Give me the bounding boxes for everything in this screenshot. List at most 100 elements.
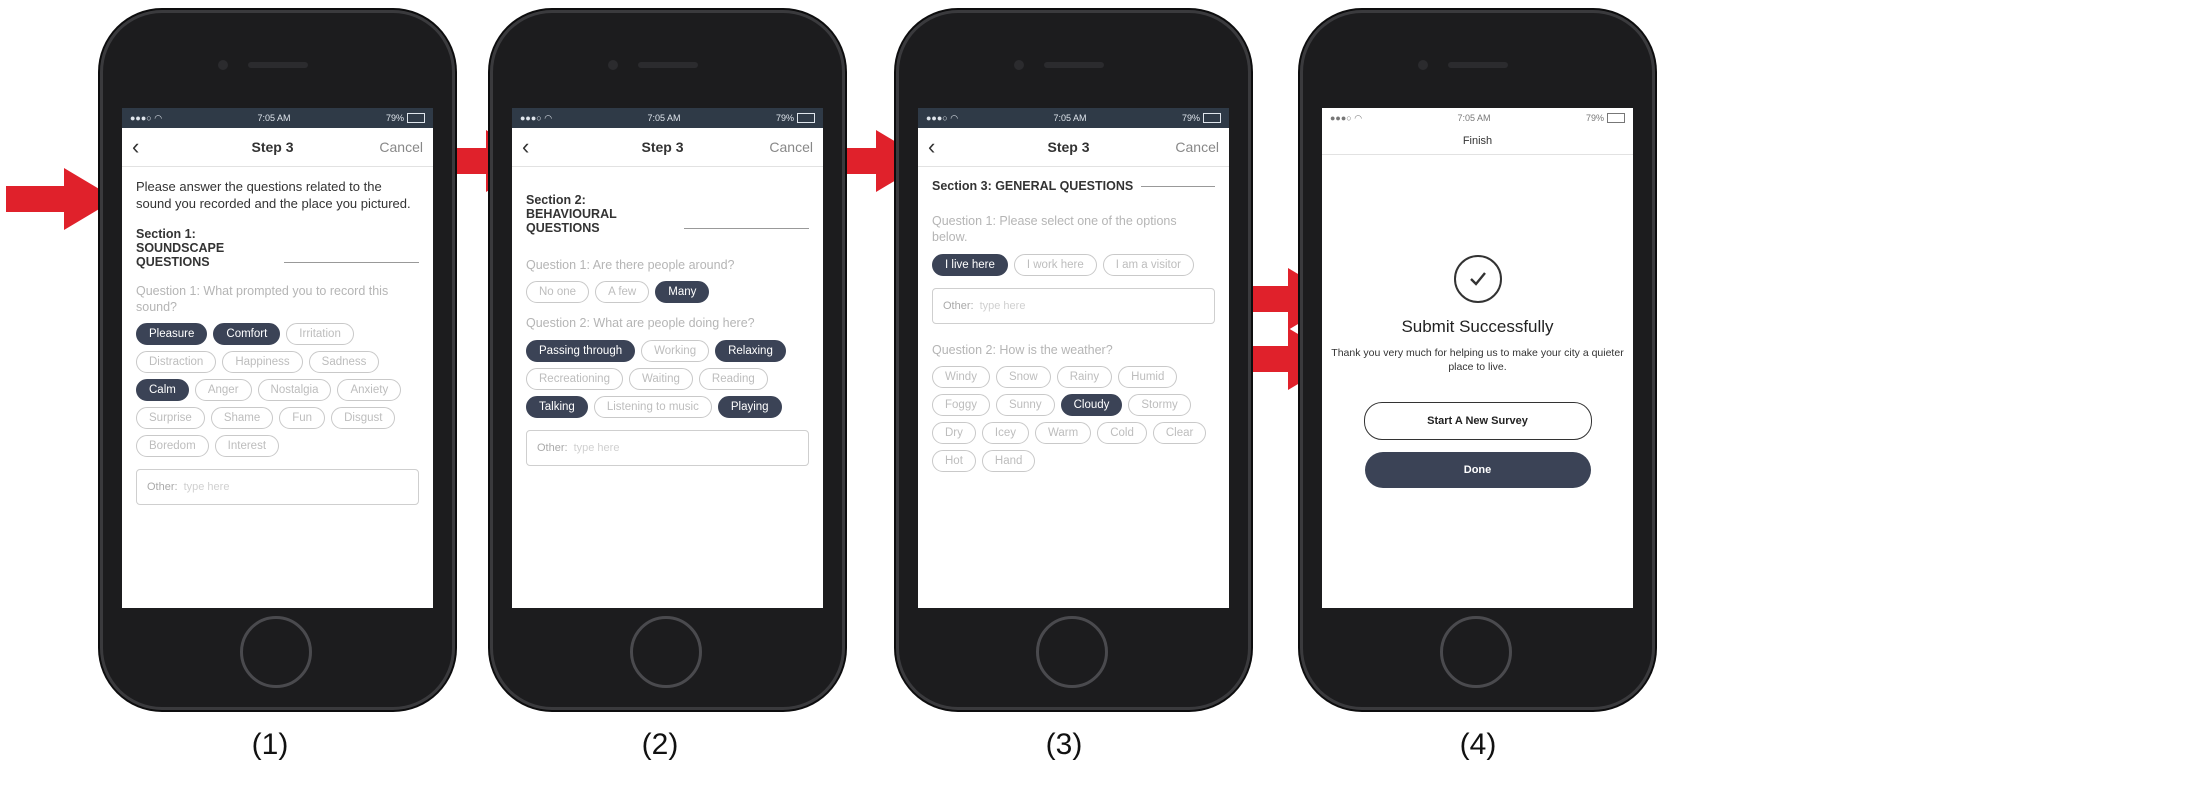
home-button[interactable] — [1440, 616, 1512, 688]
chip-many[interactable]: Many — [655, 281, 710, 304]
chip-dry[interactable]: Dry — [932, 421, 976, 444]
cancel-button[interactable]: Cancel — [373, 139, 423, 155]
status-time: 7:05 AM — [1053, 113, 1087, 123]
thanks-message: Thank you very much for helping us to ma… — [1331, 347, 1624, 373]
chip-foggy[interactable]: Foggy — [932, 393, 990, 416]
other-input[interactable]: Other: type here — [526, 429, 809, 466]
chip-reading[interactable]: Reading — [698, 367, 768, 390]
speaker-grille — [638, 62, 698, 68]
speaker-grille — [1044, 62, 1104, 68]
chip-snow[interactable]: Snow — [995, 365, 1051, 388]
chip-i-work-here[interactable]: I work here — [1013, 253, 1097, 276]
nav-title: Step 3 — [251, 139, 294, 155]
chip-happiness[interactable]: Happiness — [222, 351, 303, 374]
home-button[interactable] — [1036, 616, 1108, 688]
battery-icon — [1203, 113, 1221, 124]
phone-frame-4: ●●●○ ◠ 7:05 AM 79% Finish Submit Success… — [1300, 10, 1655, 710]
phone-frame-1: ●●●○ ◠ 7:05 AM 79% ‹ Step 3 Cancel Pleas… — [100, 10, 455, 710]
checkmark-icon — [1453, 255, 1502, 303]
speaker-grille — [1448, 62, 1508, 68]
chip-disgust[interactable]: Disgust — [331, 407, 396, 430]
chip-nostalgia[interactable]: Nostalgia — [257, 379, 332, 402]
question-1: Question 1: Please select one of the opt… — [932, 214, 1177, 245]
chip-pleasure[interactable]: Pleasure — [136, 323, 208, 346]
cancel-button[interactable]: Cancel — [763, 139, 813, 155]
chip-surprise[interactable]: Surprise — [136, 407, 205, 430]
chip-interest[interactable]: Interest — [214, 435, 280, 458]
chip-hand[interactable]: Hand — [981, 449, 1036, 472]
nav-bar: ‹ Step 3 Cancel — [512, 128, 823, 167]
chip-distraction[interactable]: Distraction — [136, 351, 217, 374]
chip-cloudy[interactable]: Cloudy — [1060, 393, 1123, 416]
camera-icon — [1418, 60, 1428, 70]
chip-waiting[interactable]: Waiting — [628, 367, 693, 390]
start-new-survey-button[interactable]: Start A New Survey — [1363, 402, 1592, 441]
back-icon[interactable]: ‹ — [928, 134, 968, 160]
cancel-button[interactable]: Cancel — [1169, 139, 1219, 155]
caption-3: (3) — [1045, 728, 1083, 761]
camera-icon — [218, 60, 228, 70]
battery-indicator: 79% — [1182, 113, 1221, 124]
chip-sunny[interactable]: Sunny — [995, 393, 1055, 416]
back-icon[interactable]: ‹ — [522, 134, 562, 160]
screen-finish: ●●●○ ◠ 7:05 AM 79% Finish Submit Success… — [1322, 108, 1633, 608]
chip-a-few[interactable]: A few — [595, 281, 650, 304]
chip-rainy[interactable]: Rainy — [1056, 365, 1113, 388]
chip-i-live-here[interactable]: I live here — [932, 253, 1008, 276]
chip-hot[interactable]: Hot — [932, 449, 976, 472]
home-button[interactable] — [630, 616, 702, 688]
done-button[interactable]: Done — [1364, 452, 1591, 489]
phone-frame-2: ●●●○ ◠ 7:05 AM 79% ‹ Step 3 Cancel Secti… — [490, 10, 845, 710]
chip-anxiety[interactable]: Anxiety — [337, 379, 402, 402]
section-title: Section 1: SOUNDSCAPE QUESTIONS — [136, 227, 419, 269]
chip-clear[interactable]: Clear — [1152, 421, 1207, 444]
weather-chips: Windy Snow Rainy Humid Foggy Sunny Cloudy Storm… — [932, 365, 1215, 472]
chip-recreationing[interactable]: Recreationing — [526, 367, 623, 390]
nav-bar: Finish — [1322, 128, 1633, 155]
home-button[interactable] — [240, 616, 312, 688]
chip-irritation[interactable]: Irritation — [286, 323, 354, 346]
battery-icon — [1607, 113, 1625, 124]
nav-bar: ‹ Step 3 Cancel — [122, 128, 433, 167]
other-input[interactable]: Other: type here — [932, 287, 1215, 324]
chip-passing-through[interactable]: Passing through — [526, 339, 636, 362]
status-bar: ●●●○ ◠ 7:05 AM 79% — [122, 108, 433, 128]
nav-title: Finish — [1462, 135, 1493, 147]
section-title: Section 2: BEHAVIOURAL QUESTIONS — [526, 193, 809, 235]
chip-i-am-a-visitor[interactable]: I am a visitor — [1102, 253, 1194, 276]
status-bar: ●●●○ ◠ 7:05 AM 79% — [918, 108, 1229, 128]
status-bar: ●●●○ ◠ 7:05 AM 79% — [1322, 108, 1633, 128]
status-time: 7:05 AM — [647, 113, 681, 123]
chip-warm[interactable]: Warm — [1034, 421, 1092, 444]
chip-relaxing[interactable]: Relaxing — [715, 339, 786, 362]
other-input[interactable]: Other: type here — [136, 469, 419, 506]
chip-cold[interactable]: Cold — [1097, 421, 1147, 444]
section-title: Section 3: GENERAL QUESTIONS — [932, 179, 1215, 193]
question-1: Question 1: What prompted you to record … — [136, 283, 389, 315]
chip-no-one[interactable]: No one — [526, 281, 590, 304]
chip-icey[interactable]: Icey — [981, 421, 1029, 444]
speaker-grille — [248, 62, 308, 68]
signal-icon: ●●●○ ◠ — [130, 112, 163, 123]
chip-playing[interactable]: Playing — [717, 395, 782, 418]
chip-stormy[interactable]: Stormy — [1128, 393, 1191, 416]
battery-indicator: 79% — [1586, 113, 1625, 124]
chip-calm[interactable]: Calm — [136, 379, 189, 402]
chip-windy[interactable]: Windy — [932, 365, 990, 388]
chip-comfort[interactable]: Comfort — [213, 323, 281, 346]
back-icon[interactable]: ‹ — [132, 134, 172, 160]
camera-icon — [608, 60, 618, 70]
nav-bar: ‹ Step 3 Cancel — [918, 128, 1229, 167]
chip-anger[interactable]: Anger — [194, 379, 252, 402]
chip-shame[interactable]: Shame — [210, 407, 274, 430]
chip-fun[interactable]: Fun — [279, 407, 326, 430]
battery-indicator: 79% — [386, 113, 425, 124]
chip-working[interactable]: Working — [641, 339, 710, 362]
caption-4: (4) — [1459, 728, 1497, 761]
chip-listening-to-music[interactable]: Listening to music — [593, 395, 712, 418]
chip-humid[interactable]: Humid — [1118, 365, 1178, 388]
camera-icon — [1014, 60, 1024, 70]
chip-talking[interactable]: Talking — [526, 395, 588, 418]
chip-boredom[interactable]: Boredom — [136, 435, 209, 458]
chip-sadness[interactable]: Sadness — [308, 351, 380, 374]
